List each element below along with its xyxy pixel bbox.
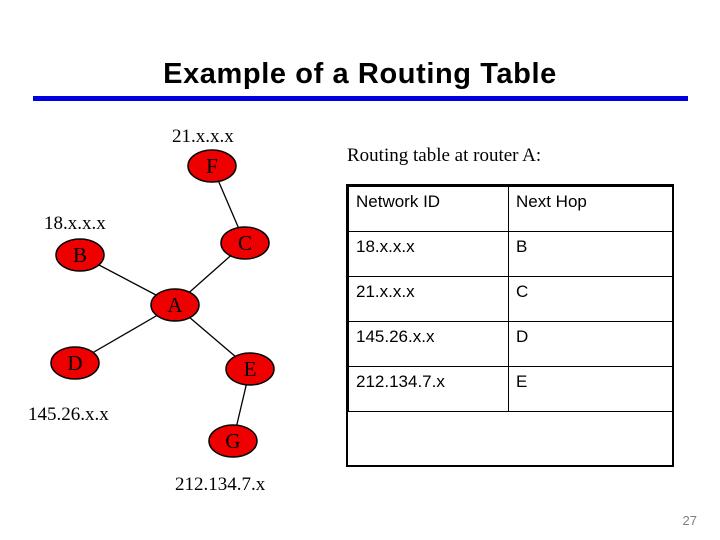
network-diagram: F B C A D E G (0, 110, 340, 510)
routing-table-caption: Routing table at router A: (347, 145, 542, 166)
network-graph-svg: F B C A D E G (50, 149, 275, 458)
router-node-d[interactable]: D (50, 346, 100, 380)
cell-next-hop: C (508, 276, 673, 322)
router-node-label-a: A (167, 293, 183, 317)
routing-table-header-row: Network ID Next Hop (348, 186, 673, 232)
cell-network-id: 18.x.x.x (348, 231, 509, 277)
cell-network-id: 145.26.x.x (348, 321, 509, 367)
title-underline-rule (33, 96, 688, 101)
page-title: Example of a Routing Table (163, 58, 557, 90)
router-node-label-f: F (206, 154, 218, 178)
router-node-f[interactable]: F (187, 149, 237, 183)
router-node-e[interactable]: E (225, 352, 275, 386)
router-node-b[interactable]: B (55, 238, 105, 272)
cell-network-id: 21.x.x.x (348, 276, 509, 322)
router-node-g[interactable]: G (208, 424, 258, 458)
page-number: 27 (682, 513, 697, 528)
router-node-label-c: C (238, 231, 252, 255)
table-row: 145.26.x.x D (348, 321, 673, 367)
table-row: 21.x.x.x C (348, 276, 673, 322)
slide-canvas: Example of a Routing Table FBCADEG Routi… (0, 0, 720, 540)
network-label-145: 145.26.x.x (28, 404, 109, 425)
network-label-212: 212.134.7.x (175, 474, 266, 495)
router-node-label-g: G (225, 429, 240, 453)
table-row: 18.x.x.x B (348, 231, 673, 277)
router-node-a[interactable]: A (150, 288, 200, 322)
router-node-c[interactable]: C (220, 226, 270, 260)
router-node-label-e: E (244, 357, 257, 381)
cell-next-hop: B (508, 231, 673, 277)
column-header-network-id: Network ID (348, 186, 509, 232)
network-label-21: 21.x.x.x (172, 126, 234, 147)
network-label-18: 18.x.x.x (44, 213, 106, 234)
cell-next-hop: D (508, 321, 673, 367)
column-header-next-hop: Next Hop (508, 186, 673, 232)
table-row: 212.134.7.x E (348, 366, 673, 412)
cell-network-id: 212.134.7.x (348, 366, 509, 412)
router-node-label-b: B (73, 243, 87, 267)
routing-table: Network ID Next Hop 18.x.x.x B 21.x.x.x C 145.… (348, 186, 673, 412)
cell-next-hop: E (508, 366, 673, 412)
router-node-label-d: D (67, 351, 82, 375)
